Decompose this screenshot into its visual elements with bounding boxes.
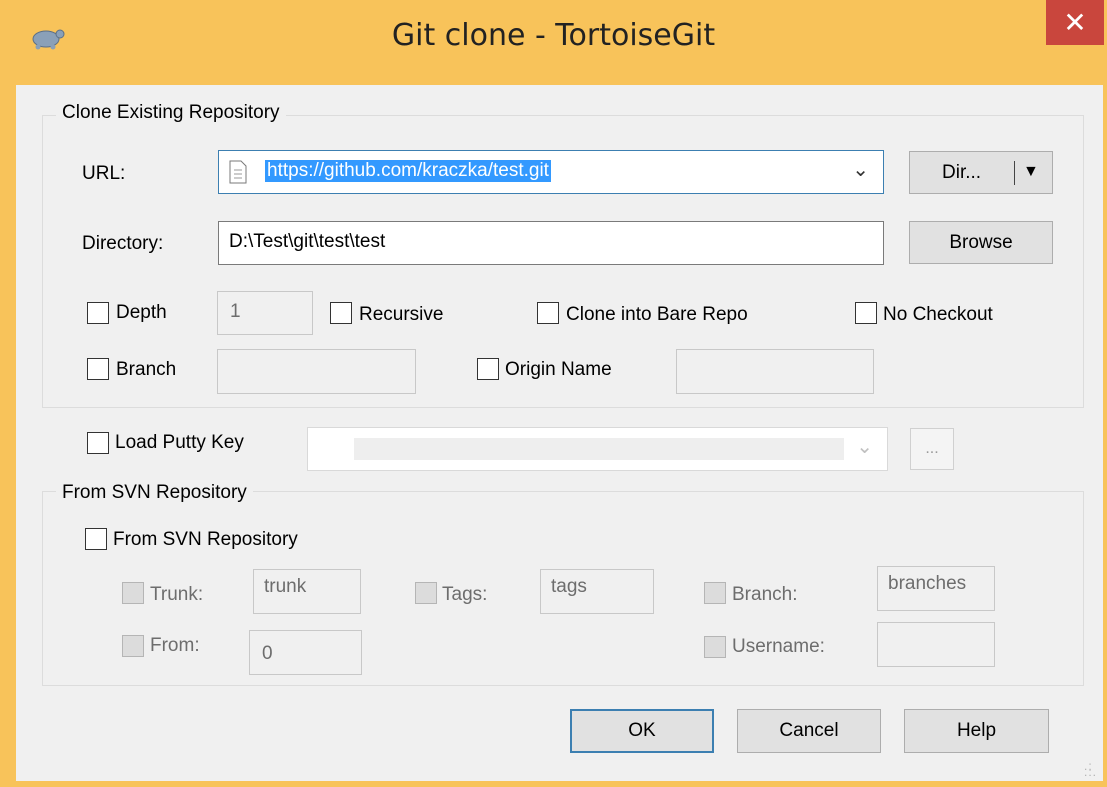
no-checkout-checkbox[interactable] — [855, 302, 877, 324]
browse-button-label: Browse — [949, 232, 1013, 253]
branch-label: Branch — [116, 359, 177, 380]
bare-repo-checkbox[interactable] — [537, 302, 559, 324]
depth-input[interactable]: 1 — [217, 291, 313, 335]
trunk-label: Trunk: — [150, 584, 204, 605]
username-label: Username: — [732, 636, 825, 657]
dialog-body: Clone Existing Repository URL: https://g… — [16, 85, 1103, 781]
title-bar[interactable]: Git clone - TortoiseGit ✕ — [0, 0, 1107, 85]
chevron-down-icon: ⌄ — [856, 436, 873, 458]
svn-branch-checkbox[interactable] — [704, 582, 726, 604]
depth-value: 1 — [230, 301, 241, 322]
cancel-button-label: Cancel — [779, 720, 839, 741]
clone-group-title: Clone Existing Repository — [56, 102, 286, 124]
url-label: URL: — [82, 163, 126, 184]
tags-input[interactable]: tags — [540, 569, 654, 614]
username-input[interactable] — [877, 622, 995, 667]
recursive-checkbox[interactable] — [330, 302, 352, 324]
from-revision-input[interactable]: 0 — [249, 630, 362, 675]
from-svn-checkbox[interactable] — [85, 528, 107, 550]
origin-name-label: Origin Name — [505, 359, 612, 380]
cancel-button[interactable]: Cancel — [737, 709, 881, 753]
svn-group-title: From SVN Repository — [56, 482, 253, 504]
depth-checkbox[interactable] — [87, 302, 109, 324]
directory-value: D:\Test\git\test\test — [229, 231, 386, 252]
dropdown-arrow-icon[interactable]: ▼ — [1023, 163, 1039, 181]
from-svn-label: From SVN Repository — [113, 529, 298, 550]
svn-branch-input[interactable]: branches — [877, 566, 995, 611]
dialog-window: Git clone - TortoiseGit ✕ Clone Existing… — [0, 0, 1107, 787]
url-value: https://github.com/kraczka/test.git — [265, 160, 551, 182]
load-putty-key-label: Load Putty Key — [115, 432, 244, 453]
close-button[interactable]: ✕ — [1046, 0, 1104, 45]
split-divider — [1014, 161, 1015, 185]
close-icon: ✕ — [1063, 6, 1087, 39]
window-title: Git clone - TortoiseGit — [391, 18, 716, 53]
origin-name-input[interactable] — [676, 349, 874, 394]
ok-button-label: OK — [628, 720, 656, 741]
document-icon — [229, 160, 247, 184]
tags-label: Tags: — [442, 584, 488, 605]
dir-button-label: Dir... — [942, 162, 982, 183]
username-checkbox[interactable] — [704, 636, 726, 658]
bare-repo-label: Clone into Bare Repo — [566, 304, 748, 325]
resize-grip-icon[interactable]: .:.:. — [1084, 760, 1097, 778]
directory-label: Directory: — [82, 233, 164, 254]
tags-value: tags — [551, 576, 587, 597]
help-button-label: Help — [956, 720, 997, 741]
trunk-checkbox[interactable] — [122, 582, 144, 604]
svn-branch-value: branches — [888, 573, 967, 594]
putty-key-value — [354, 438, 844, 460]
from-revision-checkbox[interactable] — [122, 635, 144, 657]
tags-checkbox[interactable] — [415, 582, 437, 604]
url-combobox[interactable]: https://github.com/kraczka/test.git ⌄ — [218, 150, 884, 194]
directory-input[interactable]: D:\Test\git\test\test — [218, 221, 884, 265]
putty-key-browse-button[interactable]: ... — [910, 428, 954, 470]
dir-split-button[interactable]: Dir... ▼ — [909, 151, 1053, 194]
browse-button[interactable]: Browse — [909, 221, 1053, 264]
branch-input[interactable] — [217, 349, 416, 394]
origin-name-checkbox[interactable] — [477, 358, 499, 380]
help-button[interactable]: Help — [904, 709, 1049, 753]
putty-key-browse-label: ... — [925, 440, 939, 457]
chevron-down-icon: ⌄ — [852, 159, 869, 181]
depth-label: Depth — [116, 302, 167, 323]
svn-branch-label: Branch: — [732, 584, 798, 605]
recursive-label: Recursive — [359, 304, 444, 325]
trunk-input[interactable]: trunk — [253, 569, 361, 614]
ok-button[interactable]: OK — [570, 709, 714, 753]
branch-checkbox[interactable] — [87, 358, 109, 380]
no-checkout-label: No Checkout — [883, 304, 993, 325]
putty-key-combobox[interactable]: ⌄ — [307, 427, 888, 471]
from-revision-label: From: — [150, 635, 200, 656]
load-putty-key-checkbox[interactable] — [87, 432, 109, 454]
trunk-value: trunk — [264, 576, 307, 597]
from-revision-value: 0 — [262, 643, 273, 664]
